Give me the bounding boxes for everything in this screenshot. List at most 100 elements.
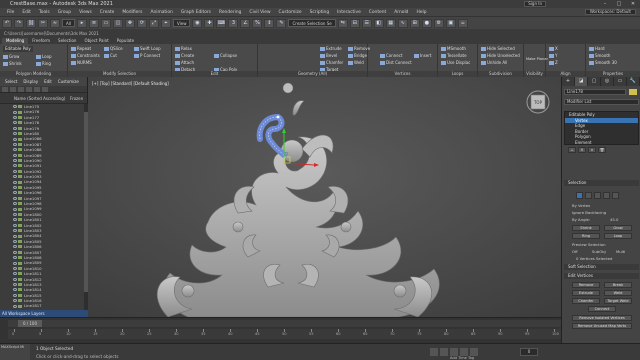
menu-views[interactable]: Views [75, 10, 96, 15]
maxscript-listener-mini[interactable]: MAXScript Mi [0, 344, 30, 360]
visibility-eye-icon[interactable] [13, 186, 17, 190]
element-mode-icon[interactable] [612, 192, 619, 199]
shrink-selection-button[interactable]: Shrink [572, 225, 600, 231]
visibility-eye-icon[interactable] [13, 223, 17, 227]
align-y-button[interactable]: Y [549, 53, 557, 59]
time-slider-knob[interactable]: 0 / 100 [18, 320, 42, 327]
align-z-button[interactable]: Z [549, 60, 558, 66]
extrude-button[interactable]: Extrude [320, 46, 342, 52]
menu-scripting[interactable]: Scripting [306, 10, 334, 15]
visibility-eye-icon[interactable] [13, 159, 17, 163]
make-unique-icon[interactable]: ∨ [588, 147, 596, 153]
remove-isolated-vertices-button[interactable]: Remove Isolated Vertices [572, 315, 632, 321]
finial-sphere[interactable] [282, 82, 294, 94]
remove-modifier-icon[interactable]: 🗑 [598, 147, 606, 153]
render-production-icon[interactable]: ☕ [457, 18, 468, 28]
sign-in-button[interactable]: Sign In [524, 1, 546, 7]
angle-snap-icon[interactable]: ∠ [240, 18, 251, 28]
remove-vertex-button[interactable]: Remove [572, 282, 600, 288]
visibility-eye-icon[interactable] [13, 110, 17, 114]
visibility-eye-icon[interactable] [13, 105, 17, 109]
bevel-button[interactable]: Bevel [320, 53, 337, 59]
by-angle-checkbox[interactable]: By Angle: [572, 217, 590, 222]
align-x-button[interactable]: X [549, 46, 558, 52]
visibility-eye-icon[interactable] [13, 266, 17, 270]
hard-button[interactable]: Hard [589, 46, 605, 52]
visibility-eye-icon[interactable] [13, 132, 17, 136]
play-icon[interactable] [450, 348, 458, 356]
visibility-eye-icon[interactable] [13, 229, 17, 233]
unlink-icon[interactable]: ✂ [38, 18, 48, 28]
select-scale-icon[interactable]: ⤢ [148, 18, 159, 28]
hide-selected-button[interactable]: Hide Selected [481, 46, 515, 52]
repeat-button[interactable]: Repeat [71, 46, 91, 52]
shrink-button[interactable]: Shrink [3, 61, 22, 67]
visibility-eye-icon[interactable] [13, 245, 17, 249]
ring-button[interactable]: Ring [36, 61, 51, 67]
minimize-button[interactable]: – [598, 0, 612, 8]
qslice-button[interactable]: QSlice [104, 46, 123, 52]
list-item[interactable]: Line1817 [0, 303, 88, 308]
menu-create[interactable]: Create [96, 10, 119, 15]
preview-subobj-radio[interactable]: SubObj [592, 249, 606, 254]
hierarchy-tab-icon[interactable]: ▢ [588, 77, 601, 86]
visibility-eye-icon[interactable] [13, 202, 17, 206]
menu-customize[interactable]: Customize [275, 10, 306, 15]
schematic-view-icon[interactable]: ⊞ [409, 18, 420, 28]
explorer-menu-customize[interactable]: Customize [55, 79, 82, 84]
visibility-eye-icon[interactable] [13, 293, 17, 297]
chamfer-vertex-button[interactable]: Chamfer [572, 298, 600, 304]
tessellate-button[interactable]: Tessellate [441, 53, 467, 59]
toggle-layer-explorer-icon[interactable]: ◧ [373, 18, 384, 28]
polygon-mode-icon[interactable] [603, 192, 610, 199]
visibility-eye-icon[interactable] [13, 256, 17, 260]
close-button[interactable]: ✕ [626, 0, 640, 8]
name-column-header[interactable]: Name (Sorted Ascending) [14, 96, 65, 101]
frozen-column-header[interactable]: Frozen [70, 96, 83, 101]
smooth-30-button[interactable]: Smooth 30 [589, 60, 617, 66]
collapse-button[interactable]: Collapse [214, 53, 237, 59]
visibility-eye-icon[interactable] [13, 164, 17, 168]
ignore-backfacing-checkbox[interactable]: Ignore Backfacing [572, 210, 606, 215]
selection-filter-dropdown[interactable]: All [62, 19, 75, 27]
connect-button[interactable]: Connect [380, 53, 403, 59]
menu-help[interactable]: Help [412, 10, 430, 15]
filter-all-icon[interactable] [42, 86, 48, 92]
border-mode-icon[interactable] [594, 192, 601, 199]
stack-element[interactable]: Element [565, 140, 638, 146]
track-bar[interactable]: 0 5 10 15 20 25 30 35 40 45 50 55 60 65 70 75 80 85 90 95 10… [8, 329, 561, 339]
msmooth-button[interactable]: MSmooth [441, 46, 466, 52]
visibility-eye-icon[interactable] [13, 207, 17, 211]
visibility-eye-icon[interactable] [13, 191, 17, 195]
by-vertex-checkbox[interactable]: By Vertex [572, 203, 590, 208]
relax-button[interactable]: Relax [175, 46, 192, 52]
visibility-eye-icon[interactable] [13, 272, 17, 276]
modifier-list-dropdown[interactable]: Modifier List [564, 99, 639, 105]
visibility-eye-icon[interactable] [13, 304, 17, 308]
filter-shapes-icon[interactable] [10, 86, 16, 92]
object-name-field[interactable]: Line178 [564, 89, 626, 95]
visibility-eye-icon[interactable] [13, 142, 17, 146]
viewport-top[interactable]: TOP [+] [Top] [Standard] [Default Shadin… [88, 77, 561, 317]
go-to-end-icon[interactable] [470, 348, 478, 356]
visibility-eye-icon[interactable] [13, 239, 17, 243]
link-icon[interactable]: ⛓ [26, 18, 36, 28]
object-color-swatch[interactable] [629, 89, 637, 95]
percent-snap-icon[interactable]: % [252, 18, 263, 28]
visibility-eye-icon[interactable] [13, 250, 17, 254]
undo-icon[interactable]: ↶ [2, 18, 12, 28]
render-setup-icon[interactable]: ⚙ [433, 18, 444, 28]
visibility-eye-icon[interactable] [13, 115, 17, 119]
edit-named-selection-icon[interactable]: ✎ [276, 18, 287, 28]
selection-rollout-header[interactable]: Selection [564, 180, 639, 186]
preview-multi-radio[interactable]: Multi [616, 249, 625, 254]
soft-selection-rollout-header[interactable]: Soft Selection [564, 264, 639, 270]
hide-unselected-button[interactable]: Hide Unselected [481, 53, 520, 59]
spinner-snap-icon[interactable]: ⇕ [264, 18, 275, 28]
p-connect-button[interactable]: P Connect [134, 53, 160, 59]
create-tab-icon[interactable]: + [562, 77, 575, 86]
menu-content[interactable]: Content [365, 10, 390, 15]
menu-arnold[interactable]: Arnold [390, 10, 412, 15]
visibility-eye-icon[interactable] [13, 180, 17, 184]
attach-button[interactable]: Attach [175, 60, 194, 66]
